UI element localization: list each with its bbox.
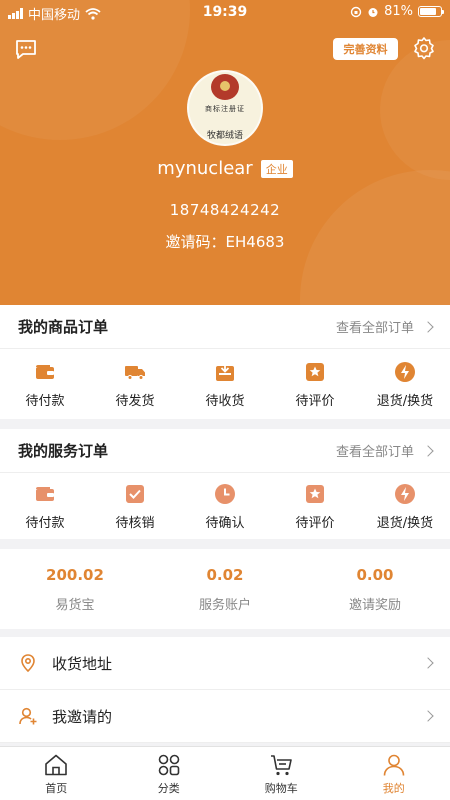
icon-label: 待收货 (205, 393, 245, 409)
rotation-lock-icon (350, 6, 362, 17)
inbox-icon (216, 362, 234, 381)
bottom-tab-bar: 首页 分类 购物车 我的 (0, 746, 450, 800)
cart-icon (271, 754, 293, 775)
enterprise-badge: 企业 (260, 159, 293, 178)
user-icon (383, 754, 405, 776)
order-status-pending-shipment[interactable]: 待发货 (90, 349, 180, 419)
stat-label: 服务账户 (198, 597, 251, 613)
menu-item-address[interactable]: 收货地址 (0, 637, 450, 690)
tab-category[interactable]: 分类 (113, 747, 226, 800)
battery-percent: 81% (384, 4, 413, 19)
service-status-pending-review[interactable]: 待评价 (270, 473, 360, 539)
icon-label: 退货/换货 (376, 515, 434, 531)
category-icon (158, 754, 180, 775)
icon-label: 待付款 (25, 393, 65, 409)
icon-label: 待评价 (295, 515, 335, 531)
stat-invite-reward[interactable]: 0.00 邀请奖励 (300, 549, 450, 629)
view-all-label: 查看全部订单 (335, 445, 414, 460)
icon-label: 待评价 (295, 393, 335, 409)
chevron-right-icon (422, 444, 434, 457)
menu-item-label: 我邀请的 (52, 707, 113, 726)
chevron-right-icon (422, 657, 434, 669)
truck-icon (125, 365, 145, 380)
user-add-icon (19, 707, 37, 725)
wallet-icon (36, 364, 54, 379)
goods-orders-header[interactable]: 我的商品订单 查看全部订单 (0, 305, 450, 349)
order-status-pending-receipt[interactable]: 待收货 (180, 349, 270, 419)
username: mynuclear (157, 158, 253, 179)
menu-item-my-invites[interactable]: 我邀请的 (0, 690, 450, 743)
trademark-seal-icon (211, 74, 239, 100)
service-status-return-exchange[interactable]: 退货/换货 (360, 473, 450, 539)
order-status-return-exchange[interactable]: 退货/换货 (360, 349, 450, 419)
view-all-goods-orders[interactable]: 查看全部订单 (335, 317, 434, 336)
status-bar: 中国移动 19:39 81% (0, 0, 450, 24)
view-all-service-orders[interactable]: 查看全部订单 (335, 441, 434, 460)
icon-label: 待确认 (205, 515, 245, 531)
stat-value: 200.02 (46, 565, 104, 584)
tab-cart[interactable]: 购物车 (225, 747, 338, 800)
tab-home[interactable]: 首页 (0, 747, 113, 800)
icon-label: 待发货 (115, 393, 155, 409)
account-stats: 200.02 易货宝 0.02 服务账户 0.00 邀请奖励 (0, 549, 450, 629)
stat-barter-treasure[interactable]: 200.02 易货宝 (0, 549, 150, 629)
stat-value: 0.00 (356, 565, 394, 584)
tab-label: 我的 (382, 781, 405, 795)
stat-service-account[interactable]: 0.02 服务账户 (150, 549, 300, 629)
view-all-label: 查看全部订单 (335, 321, 414, 336)
tab-label: 首页 (45, 781, 68, 795)
phone-number: 18748424242 (169, 201, 281, 219)
complete-profile-button[interactable]: 完善资料 (333, 38, 398, 60)
alarm-icon (368, 7, 378, 17)
stat-label: 易货宝 (55, 597, 95, 613)
menu-list: 收货地址 我邀请的 (0, 637, 450, 743)
invite-code: 邀请码：EH4683 (165, 233, 285, 251)
check-icon (126, 484, 144, 503)
icon-label: 待核销 (115, 515, 155, 531)
clock-icon (215, 483, 235, 504)
service-status-pending-confirm[interactable]: 待确认 (180, 473, 270, 539)
service-orders-title: 我的服务订单 (18, 442, 109, 460)
icon-label: 退货/换货 (376, 393, 434, 409)
tab-label: 购物车 (264, 781, 298, 795)
tab-label: 分类 (157, 781, 180, 795)
bolt-icon (395, 361, 415, 382)
stat-value: 0.02 (206, 565, 244, 584)
menu-item-label: 收货地址 (52, 654, 113, 673)
order-status-pending-review[interactable]: 待评价 (270, 349, 360, 419)
icon-label: 待付款 (25, 515, 65, 531)
goods-orders-title: 我的商品订单 (18, 318, 109, 336)
star-icon (306, 362, 324, 381)
location-icon (21, 654, 35, 673)
profile-header: 中国移动 19:39 81% 完善资料 商标注册证 牧都绒语 mynuclear… (0, 0, 450, 305)
avatar[interactable]: 商标注册证 牧都绒语 (187, 70, 263, 146)
avatar-text-top: 商标注册证 (205, 105, 245, 113)
avatar-text-bottom: 牧都绒语 (206, 131, 243, 141)
goods-orders-card: 我的商品订单 查看全部订单 待付款 待发货 待收货 待评价 退货/换货 (0, 305, 450, 419)
service-orders-header[interactable]: 我的服务订单 查看全部订单 (0, 429, 450, 473)
star-icon (306, 484, 324, 503)
message-icon[interactable] (14, 38, 38, 60)
service-status-pending-verification[interactable]: 待核销 (90, 473, 180, 539)
service-status-pending-payment[interactable]: 待付款 (0, 473, 90, 539)
order-status-pending-payment[interactable]: 待付款 (0, 349, 90, 419)
chevron-right-icon (422, 320, 434, 333)
home-icon (45, 754, 68, 775)
stat-label: 邀请奖励 (348, 597, 401, 613)
service-orders-card: 我的服务订单 查看全部订单 待付款 待核销 待确认 待评价 退货/换货 (0, 429, 450, 539)
gear-icon[interactable] (412, 36, 436, 60)
tab-mine[interactable]: 我的 (338, 747, 450, 800)
wallet-icon (36, 486, 54, 501)
chevron-right-icon (422, 710, 434, 722)
bolt-icon (395, 483, 415, 504)
battery-icon (418, 6, 444, 17)
